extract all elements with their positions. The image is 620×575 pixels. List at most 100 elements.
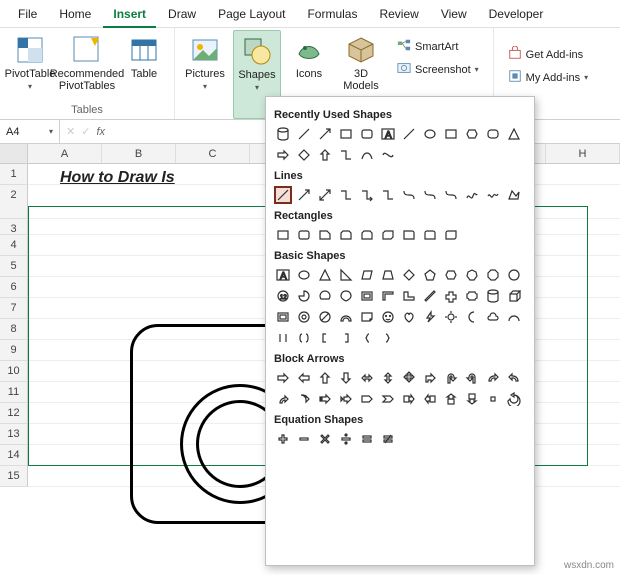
shape-rect-plain[interactable] <box>274 226 292 244</box>
shape-brace-pair[interactable] <box>295 329 313 347</box>
shape-plaque[interactable] <box>463 287 481 305</box>
select-all-corner[interactable] <box>0 144 28 163</box>
shape-rect-round-same[interactable] <box>421 226 439 244</box>
shape-donut[interactable] <box>295 308 313 326</box>
row-3[interactable]: 3 <box>0 219 28 235</box>
shape-rect-snip-diag[interactable] <box>379 226 397 244</box>
shape-connector-elbow[interactable] <box>337 146 355 164</box>
shape-textbox2[interactable]: A <box>274 266 292 284</box>
row-7[interactable]: 7 <box>0 298 28 319</box>
col-B[interactable]: B <box>102 144 176 163</box>
shape-arrow-callout-u[interactable] <box>442 390 460 408</box>
shape-octagon[interactable] <box>484 266 502 284</box>
shape-block-arc[interactable] <box>337 308 355 326</box>
tab-developer[interactable]: Developer <box>479 0 554 28</box>
shape-rect-round1[interactable] <box>400 226 418 244</box>
shape-rect2[interactable] <box>442 125 460 143</box>
shape-oval[interactable] <box>421 125 439 143</box>
shape-freeform[interactable] <box>379 146 397 164</box>
row-15[interactable]: 15 <box>0 466 28 487</box>
table-button[interactable]: Table <box>120 30 168 102</box>
shape-no-symbol[interactable] <box>316 308 334 326</box>
get-addins-button[interactable]: Get Add-ins <box>508 44 588 65</box>
pivottable-button[interactable]: PivotTable ▾ <box>6 30 54 102</box>
shape-textbox[interactable]: A <box>379 125 397 143</box>
smartart-button[interactable]: SmartArt <box>397 36 479 57</box>
row-1[interactable]: 1 <box>0 164 28 185</box>
shape-arrow-notched[interactable] <box>337 390 355 408</box>
shape-smiley[interactable] <box>379 308 397 326</box>
row-5[interactable]: 5 <box>0 256 28 277</box>
shape-hexagon[interactable] <box>463 125 481 143</box>
shape-rect-snip-same[interactable] <box>358 226 376 244</box>
shape-arrow-r[interactable] <box>274 369 292 387</box>
shape-curve-connector[interactable] <box>400 186 418 204</box>
row-8[interactable]: 8 <box>0 319 28 340</box>
tab-draw[interactable]: Draw <box>158 0 206 28</box>
shape-rect[interactable] <box>337 125 355 143</box>
tab-page-layout[interactable]: Page Layout <box>208 0 295 28</box>
shape-left-bracket[interactable] <box>316 329 334 347</box>
shape-line2[interactable] <box>400 125 418 143</box>
shape-chevron[interactable] <box>379 390 397 408</box>
row-10[interactable]: 10 <box>0 361 28 382</box>
shape-bevel[interactable] <box>274 308 292 326</box>
tab-home[interactable]: Home <box>49 0 101 28</box>
row-11[interactable]: 11 <box>0 382 28 403</box>
shape-left-brace[interactable] <box>358 329 376 347</box>
shape-freeform2[interactable] <box>505 186 523 204</box>
shape-right-bracket[interactable] <box>337 329 355 347</box>
shape-arrow-up[interactable] <box>316 146 334 164</box>
shape-heptagon[interactable] <box>463 266 481 284</box>
cancel-icon[interactable]: ✕ <box>66 125 75 138</box>
shape-cloud[interactable] <box>484 308 502 326</box>
shape-arrow-uturn-l[interactable] <box>463 369 481 387</box>
shape-teardrop[interactable] <box>337 287 355 305</box>
shape-folded-corner[interactable] <box>358 308 376 326</box>
cell-title[interactable]: How to Draw Is <box>60 169 175 187</box>
tab-insert[interactable]: Insert <box>103 0 156 28</box>
shape-line-arrow[interactable] <box>316 125 334 143</box>
shape-cylinder[interactable] <box>274 125 292 143</box>
pictures-button[interactable]: Pictures ▾ <box>181 30 229 119</box>
shape-scribble[interactable] <box>484 186 502 204</box>
shape-chord[interactable] <box>316 287 334 305</box>
shape-line-double-arrow[interactable] <box>316 186 334 204</box>
shape-arrow-quad[interactable] <box>400 369 418 387</box>
shape-plus[interactable] <box>274 430 292 448</box>
row-2[interactable]: 2 <box>0 185 28 219</box>
tab-view[interactable]: View <box>431 0 477 28</box>
shape-curve-arrow[interactable] <box>421 186 439 204</box>
shape-arrow-curved-r[interactable] <box>484 369 502 387</box>
shape-heart[interactable] <box>400 308 418 326</box>
recommended-pivot-button[interactable]: Recommended PivotTables <box>58 30 116 102</box>
shape-rounded-rect[interactable] <box>358 125 376 143</box>
row-9[interactable]: 9 <box>0 340 28 361</box>
shape-curve-double[interactable] <box>442 186 460 204</box>
shape-arrow-callout-l[interactable] <box>421 390 439 408</box>
shape-arrow-callout-r[interactable] <box>400 390 418 408</box>
shape-curve[interactable] <box>358 146 376 164</box>
shape-line-arrow2[interactable] <box>295 186 313 204</box>
shape-frame[interactable] <box>358 287 376 305</box>
shape-divide[interactable] <box>337 430 355 448</box>
shape-minus[interactable] <box>295 430 313 448</box>
shape-arrow-callout-quad[interactable] <box>484 390 502 408</box>
shape-arrow-uturn-r[interactable] <box>442 369 460 387</box>
my-addins-button[interactable]: My Add-ins ▾ <box>508 67 588 88</box>
shape-triangle[interactable] <box>505 125 523 143</box>
shape-diamond[interactable] <box>295 146 313 164</box>
shape-half-frame[interactable] <box>379 287 397 305</box>
shape-dodecagon[interactable]: 12 <box>274 287 292 305</box>
shape-rounded2[interactable] <box>484 125 502 143</box>
shape-arrow-bent-r[interactable] <box>421 369 439 387</box>
shape-decagon[interactable] <box>505 266 523 284</box>
row-6[interactable]: 6 <box>0 277 28 298</box>
enter-icon[interactable]: ✓ <box>81 125 90 138</box>
shape-arc[interactable] <box>505 308 523 326</box>
shape-arrow-ud[interactable] <box>379 369 397 387</box>
shape-bracket-pair[interactable] <box>274 329 292 347</box>
shape-oval2[interactable] <box>295 266 313 284</box>
shape-freeform-line[interactable] <box>463 186 481 204</box>
shape-equals[interactable] <box>358 430 376 448</box>
